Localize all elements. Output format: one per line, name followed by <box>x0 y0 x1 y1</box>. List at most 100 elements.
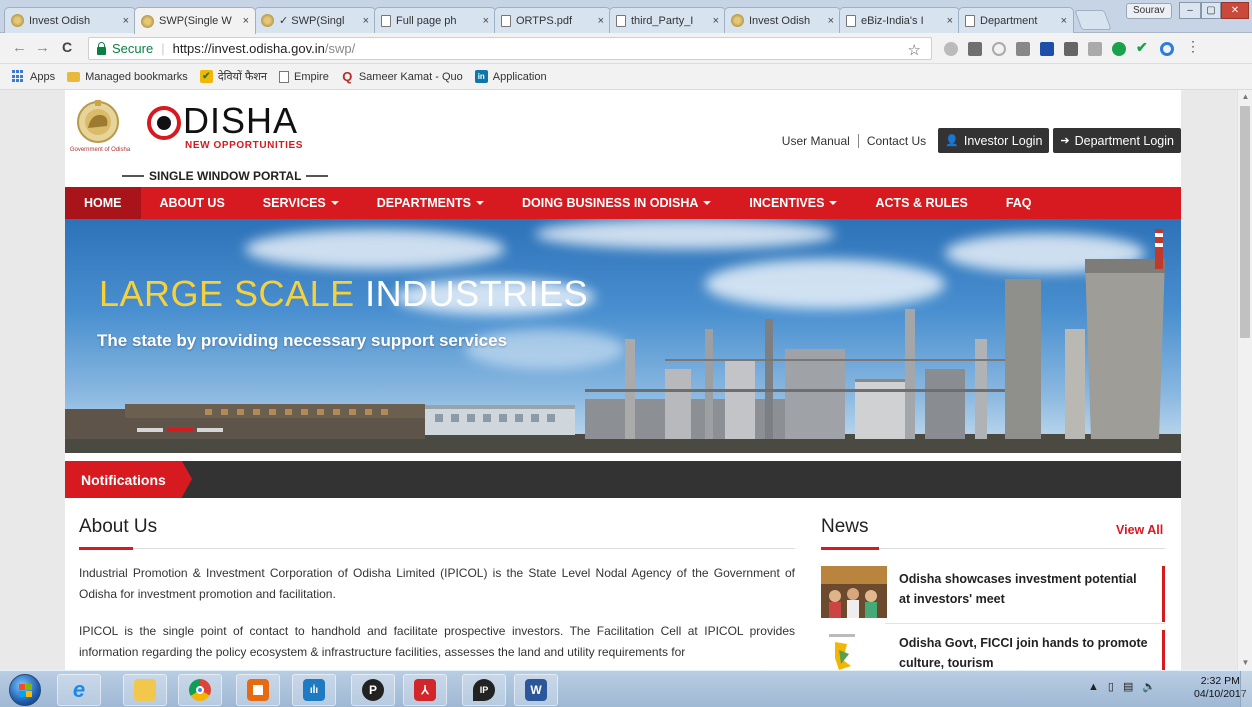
browser-tab[interactable]: eBiz-India's I × <box>839 7 960 33</box>
browser-tab[interactable]: Full page ph × <box>374 7 496 33</box>
tab-close-icon[interactable]: × <box>483 15 489 27</box>
taskbar-app[interactable]: IP <box>462 674 506 706</box>
gmail-extension-icon[interactable] <box>1016 42 1030 56</box>
browser-tab[interactable]: Department × <box>958 7 1074 33</box>
folder-icon <box>67 71 81 82</box>
user-icon: 👤 <box>945 135 959 147</box>
extension-icon[interactable] <box>1040 42 1054 56</box>
tray-device-icon[interactable]: ▯ <box>1108 680 1114 693</box>
slide-indicator[interactable] <box>137 428 163 432</box>
taskbar-word[interactable]: W <box>514 674 558 706</box>
start-button[interactable] <box>9 674 41 706</box>
bookmark-devi-fashion[interactable]: ✔ देवियों फैशन <box>199 69 267 84</box>
extension-icon[interactable] <box>1160 42 1174 56</box>
contact-us-link[interactable]: Contact Us <box>857 133 934 148</box>
browser-tab[interactable]: Invest Odish × <box>4 7 136 33</box>
user-manual-link[interactable]: User Manual <box>774 134 858 148</box>
browser-tab[interactable]: Invest Odish × <box>724 7 841 33</box>
tab-close-icon[interactable]: × <box>1061 15 1067 27</box>
banner-title: LARGE SCALE INDUSTRIES <box>99 273 588 315</box>
extension-icon[interactable] <box>944 42 958 56</box>
reload-button[interactable]: C <box>62 39 72 55</box>
maximize-button[interactable]: ▢ <box>1201 2 1221 19</box>
nav-label: SERVICES <box>262 196 326 210</box>
extension-icon[interactable] <box>1112 42 1126 56</box>
browser-tab[interactable]: SWP(Single W × <box>134 7 256 34</box>
taskbar-app[interactable]: P <box>351 674 395 706</box>
network-icon[interactable]: ▤ <box>1123 680 1133 693</box>
portal-name: SINGLE WINDOW PORTAL <box>117 169 333 183</box>
tab-close-icon[interactable]: × <box>598 15 604 27</box>
news-item[interactable]: Odisha showcases investment potential at… <box>821 566 1165 622</box>
taskbar-people-app[interactable]: ıİı <box>292 674 336 706</box>
tray-expand-icon[interactable]: ▲ <box>1088 681 1099 693</box>
extension-icon[interactable] <box>1088 42 1102 56</box>
system-clock[interactable]: 2:32 PM 04/10/2017 <box>1194 675 1247 701</box>
bookmark-apps[interactable]: Apps <box>12 70 55 83</box>
new-tab-button[interactable] <box>1074 10 1112 30</box>
extension-icon[interactable] <box>992 42 1006 56</box>
about-paragraph: Industrial Promotion & Investment Corpor… <box>79 566 795 601</box>
forward-button[interactable]: → <box>35 39 50 56</box>
about-title: About Us <box>79 516 158 537</box>
page-scrollbar[interactable]: ▲ ▼ <box>1237 90 1252 670</box>
close-window-button[interactable]: ✕ <box>1221 2 1249 19</box>
nav-item-home[interactable]: HOME <box>65 187 141 219</box>
taskbar-acrobat[interactable]: ⅄ <box>403 674 447 706</box>
tab-close-icon[interactable]: × <box>713 15 719 27</box>
tab-close-icon[interactable]: × <box>243 15 249 27</box>
bookmark-empire[interactable]: Empire <box>278 70 329 83</box>
bookmark-quora[interactable]: Q Sameer Kamat - Quo <box>341 69 463 84</box>
notifications-label[interactable]: Notifications <box>65 461 192 498</box>
news-item[interactable]: Odisha Govt, FICCI join hands to promote… <box>821 630 1165 670</box>
tab-close-icon[interactable]: × <box>947 15 953 27</box>
bookmark-managed[interactable]: Managed bookmarks <box>67 71 188 83</box>
volume-icon[interactable]: 🔈 <box>1142 680 1156 693</box>
nav-item-about-us[interactable]: ABOUT US <box>141 187 244 219</box>
scroll-up-arrow-icon[interactable]: ▲ <box>1238 90 1252 104</box>
news-title: News <box>821 516 869 537</box>
browser-tab[interactable]: ✓ SWP(Singl × <box>254 7 376 33</box>
nav-item-services[interactable]: SERVICES <box>244 187 358 219</box>
nav-item-incentives[interactable]: INCENTIVES <box>730 187 856 219</box>
tab-strip: Invest Odish × SWP(Single W × ✓ SWP(Singl × Fu… <box>0 0 1252 34</box>
nav-item-doing-business-in-odisha[interactable]: DOING BUSINESS IN ODISHA <box>503 187 730 219</box>
browser-tab[interactable]: ORTPS.pdf × <box>494 7 611 33</box>
view-all-link[interactable]: View All <box>1116 523 1163 537</box>
taskbar-file-explorer[interactable] <box>123 674 167 706</box>
bookmark-star-icon[interactable]: ☆ <box>908 41 921 59</box>
document-icon <box>278 70 289 83</box>
nav-item-departments[interactable]: DEPARTMENTS <box>358 187 503 219</box>
address-bar[interactable]: Secure | https://invest.odisha.gov.in/sw… <box>88 37 932 60</box>
extension-icon[interactable] <box>968 42 982 56</box>
taskbar-chrome[interactable] <box>178 674 222 706</box>
tab-close-icon[interactable]: × <box>363 15 369 27</box>
nav-item-acts-rules[interactable]: ACTS & RULES <box>856 187 986 219</box>
document-icon <box>616 14 626 27</box>
show-desktop-button[interactable] <box>1240 671 1252 707</box>
tab-close-icon[interactable]: × <box>828 15 834 27</box>
word-icon: W <box>525 679 547 701</box>
back-button[interactable]: ← <box>12 39 27 56</box>
investor-login-button[interactable]: 👤 Investor Login <box>938 128 1050 153</box>
tab-close-icon[interactable]: × <box>123 15 129 27</box>
security-label: Secure <box>112 41 154 56</box>
scroll-thumb[interactable] <box>1240 106 1250 338</box>
minimize-button[interactable]: – <box>1179 2 1201 19</box>
extension-icon[interactable] <box>1064 42 1078 56</box>
browser-tab[interactable]: third_Party_I × <box>609 7 726 33</box>
profile-button[interactable]: Sourav <box>1126 3 1172 19</box>
department-login-button[interactable]: ➔ Department Login <box>1053 128 1181 153</box>
slide-indicator[interactable] <box>167 428 193 432</box>
bookmark-label: Managed bookmarks <box>85 70 188 83</box>
taskbar-app[interactable] <box>236 674 280 706</box>
nav-item-faq[interactable]: FAQ <box>987 187 1051 219</box>
scroll-down-arrow-icon[interactable]: ▼ <box>1238 656 1252 670</box>
menu-icon[interactable]: ⋮ <box>1186 38 1200 54</box>
bookmark-application[interactable]: in Application <box>474 70 547 83</box>
bookmark-label: Sameer Kamat - Quo <box>358 70 463 83</box>
address-divider: | <box>161 41 165 56</box>
slide-indicator[interactable] <box>197 428 223 432</box>
taskbar-internet-explorer[interactable]: e <box>57 674 101 706</box>
checkmark-extension-icon[interactable]: ✔ <box>1136 39 1150 55</box>
